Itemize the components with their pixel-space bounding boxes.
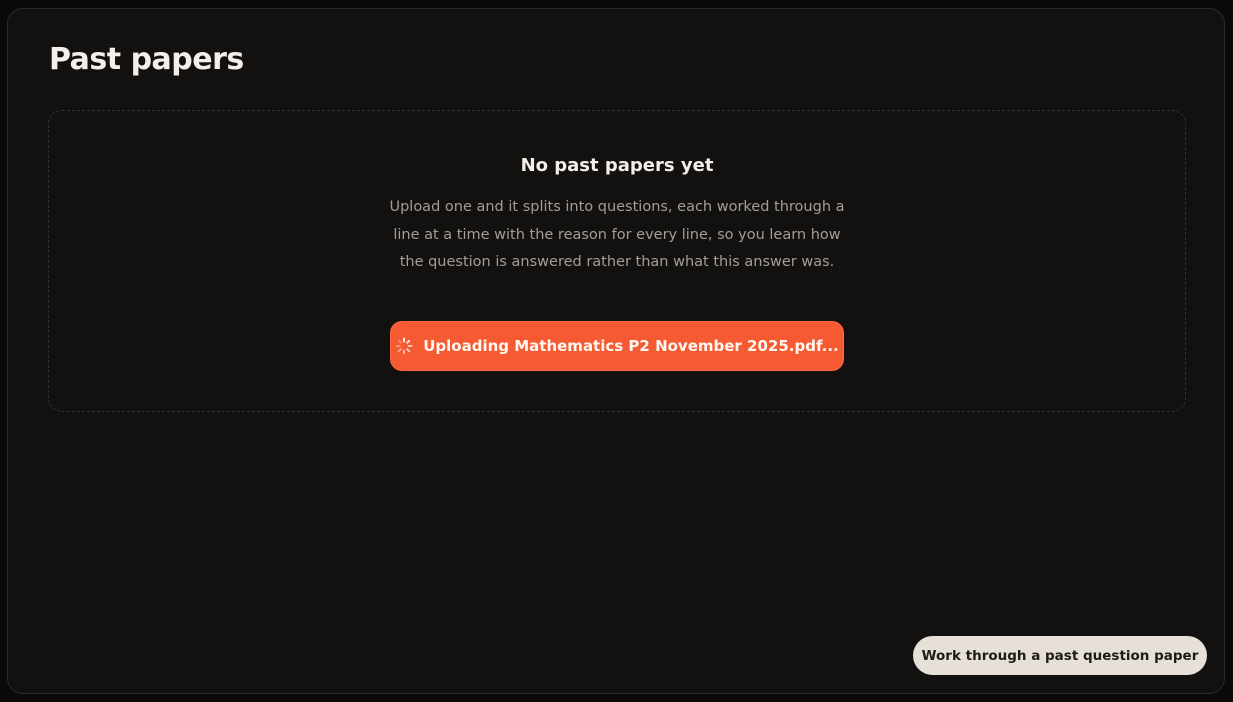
page-title: Past papers: [49, 42, 244, 77]
app-window: Past papers No past papers yet Upload on…: [7, 8, 1225, 694]
upload-status-label: Uploading Mathematics P2 November 2025.p…: [423, 337, 839, 355]
work-through-paper-button[interactable]: Work through a past question paper: [913, 636, 1207, 675]
empty-state-title: No past papers yet: [520, 155, 714, 176]
spinner-icon: [395, 337, 413, 355]
empty-state-description: Upload one and it splits into questions,…: [389, 199, 845, 270]
empty-state-panel: No past papers yet Upload one and it spl…: [48, 110, 1186, 412]
upload-paper-button[interactable]: Uploading Mathematics P2 November 2025.p…: [390, 321, 844, 371]
